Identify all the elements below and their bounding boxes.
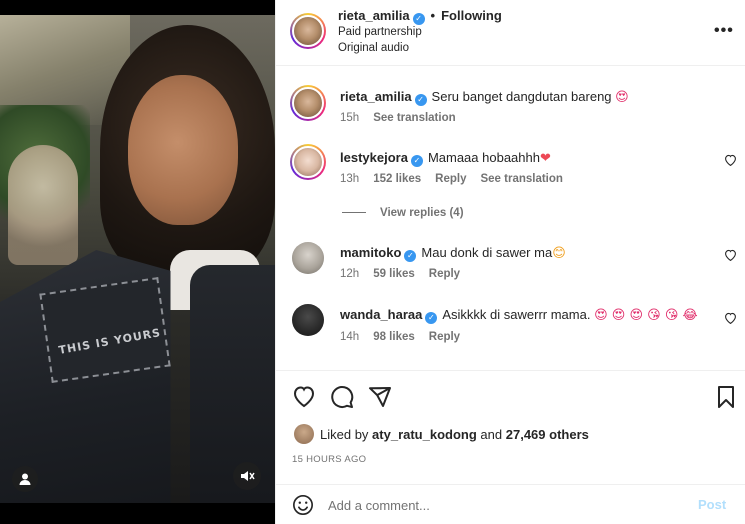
emoji: 😍 😍 😍 😘 😘 😂: [594, 308, 698, 323]
verified-icon: ✓: [425, 312, 438, 324]
likes-user[interactable]: aty_ratu_kodong: [372, 427, 477, 442]
view-replies-label: View replies (4): [380, 207, 464, 219]
comment-meta: 12h 59 likes Reply: [340, 268, 474, 280]
comment-icon[interactable]: [330, 385, 354, 409]
bookmark-icon[interactable]: [714, 385, 738, 409]
see-translation-button[interactable]: See translation: [480, 173, 562, 185]
comment-time[interactable]: 13h: [340, 173, 359, 185]
comment-meta: 13h 152 likes Reply See translation: [340, 173, 577, 185]
comment-likes[interactable]: 98 likes: [373, 331, 415, 343]
comment-like-heart-icon[interactable]: [724, 154, 737, 169]
comment-body: Seru banget dangdutan bareng: [431, 89, 612, 104]
view-replies-button[interactable]: View replies (4): [342, 207, 464, 219]
comment-meta: 14h 98 likes Reply: [340, 331, 474, 343]
comment-body: Mamaaa hobaahhh: [427, 150, 540, 165]
post-media[interactable]: THIS IS YOURS: [0, 0, 275, 524]
avatar[interactable]: [292, 242, 324, 274]
add-comment-bar: Post: [276, 484, 745, 524]
muted-speaker-icon[interactable]: [233, 462, 261, 490]
comment-username[interactable]: mamitoko: [340, 245, 401, 260]
separator-dot: •: [430, 8, 436, 23]
subject-jacket-right: [190, 265, 275, 503]
avatar[interactable]: [290, 13, 326, 49]
comment-username[interactable]: wanda_haraa: [340, 307, 422, 322]
likes-prefix: Liked by: [320, 427, 369, 442]
emoji: 😊: [552, 246, 566, 261]
comment-text-line: lestykejora ✓ Mamaaa hobaahhh❤: [340, 150, 551, 167]
header-title-line: rieta_amilia ✓ • Following: [338, 8, 502, 25]
heart-icon[interactable]: [292, 385, 316, 409]
subject-face: [128, 75, 238, 225]
video-frame[interactable]: THIS IS YOURS: [0, 15, 275, 503]
reply-button[interactable]: Reply: [429, 331, 460, 343]
comment-likes[interactable]: 152 likes: [373, 173, 421, 185]
post-button[interactable]: Post: [698, 497, 726, 512]
comment-text-line: wanda_haraa ✓ Asikkkk di sawerrr mama. 😍 😍…: [340, 307, 698, 324]
emoji: ❤: [539, 151, 551, 166]
reply-button[interactable]: Reply: [435, 173, 466, 185]
likes-others[interactable]: 27,469 others: [506, 427, 589, 442]
likes-text[interactable]: Liked by aty_ratu_kodong and 27,469 othe…: [320, 427, 589, 442]
reply-button[interactable]: Reply: [429, 268, 460, 280]
comment-meta: 15h See translation: [340, 112, 470, 124]
comment-likes[interactable]: 59 likes: [373, 268, 415, 280]
comments-list[interactable]: rieta_amilia ✓ Seru banget dangdutan baren…: [276, 66, 745, 370]
verified-icon: ✓: [410, 155, 423, 167]
comment-input[interactable]: [328, 494, 678, 516]
post-timestamp[interactable]: 15 HOURS AGO: [292, 454, 366, 465]
following-button[interactable]: Following: [441, 8, 502, 23]
comment-body: Asikkkk di sawerrr mama.: [442, 307, 591, 322]
comment-like-heart-icon[interactable]: [724, 249, 737, 264]
avatar[interactable]: [294, 424, 314, 444]
likes-summary: Liked by aty_ratu_kodong and 27,469 othe…: [276, 422, 745, 448]
emoji: 😍: [615, 90, 629, 105]
avatar[interactable]: [290, 85, 326, 121]
audio-label[interactable]: Original audio: [338, 42, 409, 54]
emoji-smile-icon[interactable]: [292, 494, 314, 516]
likes-conjunction: and: [480, 427, 503, 442]
post-author-username[interactable]: rieta_amilia: [338, 8, 410, 23]
background-person: [8, 145, 78, 265]
comment-username[interactable]: lestykejora: [340, 150, 408, 165]
see-translation-button[interactable]: See translation: [373, 112, 455, 124]
comment-time[interactable]: 14h: [340, 331, 359, 343]
verified-icon: ✓: [412, 13, 425, 25]
reply-thread-line: [342, 212, 366, 214]
post-panel: rieta_amilia ✓ • Following Paid partnership…: [275, 0, 745, 524]
comment-text-line: mamitoko ✓ Mau donk di sawer ma😊: [340, 245, 566, 262]
comment-time[interactable]: 12h: [340, 268, 359, 280]
paid-partnership-label[interactable]: Paid partnership: [338, 26, 422, 38]
comment-text-line: rieta_amilia ✓ Seru banget dangdutan baren…: [340, 89, 629, 106]
comment-like-heart-icon[interactable]: [724, 312, 737, 327]
verified-icon: ✓: [414, 94, 427, 106]
action-bar: [276, 370, 745, 422]
comment-username[interactable]: rieta_amilia: [340, 89, 412, 104]
comment-time[interactable]: 15h: [340, 112, 359, 124]
verified-icon: ✓: [404, 250, 417, 262]
comment-body: Mau donk di sawer ma: [421, 245, 553, 260]
more-horizontal-icon[interactable]: •••: [714, 22, 734, 40]
avatar[interactable]: [290, 144, 326, 180]
user-icon[interactable]: [12, 466, 38, 492]
avatar[interactable]: [292, 304, 324, 336]
post-header: rieta_amilia ✓ • Following Paid partnership…: [276, 0, 745, 66]
share-icon[interactable]: [368, 385, 392, 409]
